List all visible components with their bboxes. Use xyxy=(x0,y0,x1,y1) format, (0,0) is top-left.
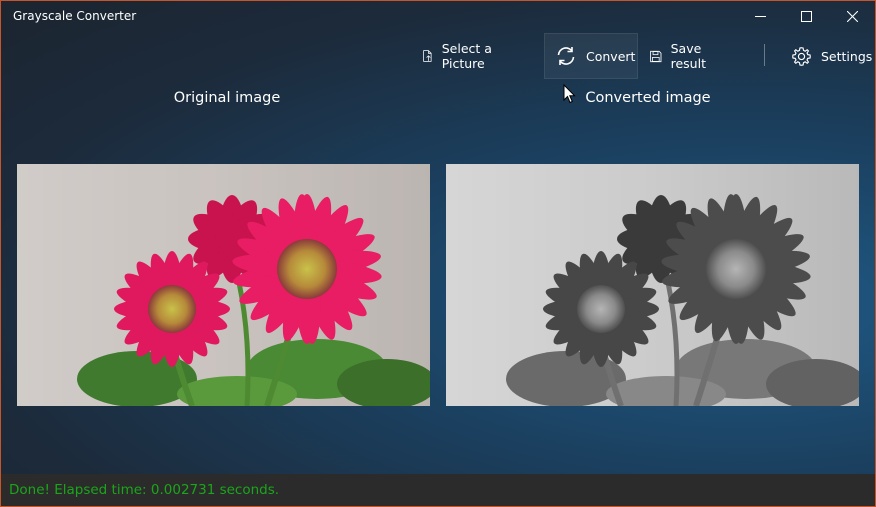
mouse-cursor-icon xyxy=(563,84,576,104)
maximize-button[interactable] xyxy=(783,0,829,32)
original-image-caption: Original image xyxy=(173,90,281,106)
save-result-button[interactable]: Save result xyxy=(650,33,713,79)
status-bar: Done! Elapsed time: 0.002731 seconds. xyxy=(1,474,875,506)
gear-icon xyxy=(792,46,811,66)
window-title: Grayscale Converter xyxy=(13,9,137,23)
converted-image-caption: Converted image xyxy=(585,90,711,106)
close-button[interactable] xyxy=(829,0,875,32)
settings-label: Settings xyxy=(821,48,873,64)
minimize-icon xyxy=(754,15,766,17)
refresh-icon xyxy=(557,47,575,65)
file-upload-icon xyxy=(423,50,432,62)
status-message: Done! Elapsed time: 0.002731 seconds. xyxy=(9,482,280,498)
maximize-icon xyxy=(800,10,812,22)
select-picture-button[interactable]: Select a Picture xyxy=(422,33,494,79)
close-icon xyxy=(846,10,858,22)
title-bar: Grayscale Converter xyxy=(0,0,876,32)
convert-button[interactable]: Convert xyxy=(544,33,638,79)
settings-button[interactable]: Settings xyxy=(791,33,872,79)
toolbar-separator xyxy=(764,44,765,66)
converted-image xyxy=(446,164,859,406)
save-result-label: Save result xyxy=(670,41,706,71)
select-picture-label: Select a Picture xyxy=(441,41,492,71)
save-icon xyxy=(650,50,662,62)
original-image xyxy=(17,164,430,406)
minimize-button[interactable] xyxy=(737,0,783,32)
convert-label: Convert xyxy=(586,48,636,64)
